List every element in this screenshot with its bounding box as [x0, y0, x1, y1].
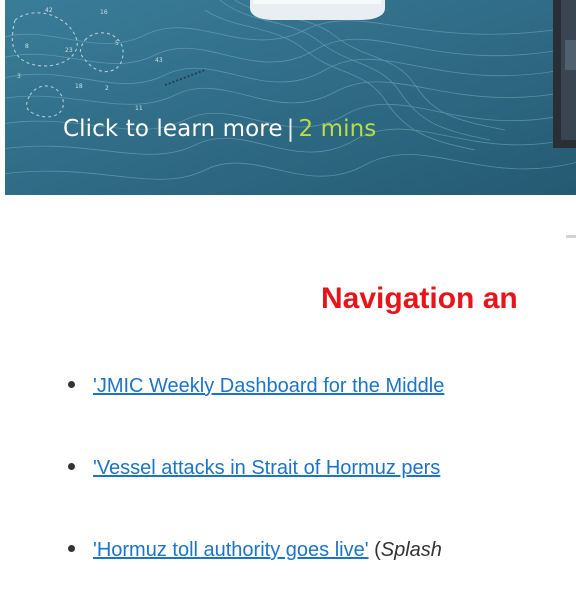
page: 42 16 8 23 5 3 18 2 43 11 Click to learn…	[0, 0, 576, 611]
promo-banner[interactable]: 42 16 8 23 5 3 18 2 43 11 Click to learn…	[5, 0, 576, 195]
banner-separator: |	[286, 116, 295, 142]
svg-text:43: 43	[155, 57, 163, 64]
source-open-paren: (	[368, 539, 381, 561]
list-item: 'Vessel attacks in Strait of Hormuz pers	[68, 456, 440, 480]
banner-cta-label: Click to learn more	[63, 116, 283, 142]
news-link[interactable]: 'JMIC Weekly Dashboard for the Middle	[93, 375, 444, 397]
svg-text:18: 18	[75, 83, 83, 90]
nautical-chart-background: 42 16 8 23 5 3 18 2 43 11	[5, 0, 576, 195]
bullet-icon	[68, 463, 75, 471]
section-title: Navigation an	[321, 282, 518, 315]
news-link[interactable]: 'Hormuz toll authority goes live'	[93, 539, 369, 561]
svg-text:3: 3	[17, 73, 21, 80]
svg-text:2: 2	[105, 85, 109, 92]
news-source: Splash	[380, 539, 442, 561]
banner-duration: 2 mins	[298, 116, 377, 142]
news-link[interactable]: 'Vessel attacks in Strait of Hormuz pers	[93, 457, 440, 479]
bullet-icon	[68, 381, 75, 389]
bullet-icon	[68, 545, 75, 553]
svg-text:5: 5	[115, 40, 119, 47]
svg-text:8: 8	[25, 43, 29, 50]
svg-text:16: 16	[100, 9, 108, 16]
svg-text:42: 42	[45, 7, 53, 14]
svg-text:23: 23	[65, 47, 73, 54]
banner-cta[interactable]: Click to learn more | 2 mins	[63, 116, 376, 142]
divider	[566, 235, 576, 238]
list-item: 'Hormuz toll authority goes live' (Splas…	[68, 538, 442, 562]
list-item: 'JMIC Weekly Dashboard for the Middle	[68, 374, 444, 398]
svg-text:11: 11	[135, 105, 143, 112]
